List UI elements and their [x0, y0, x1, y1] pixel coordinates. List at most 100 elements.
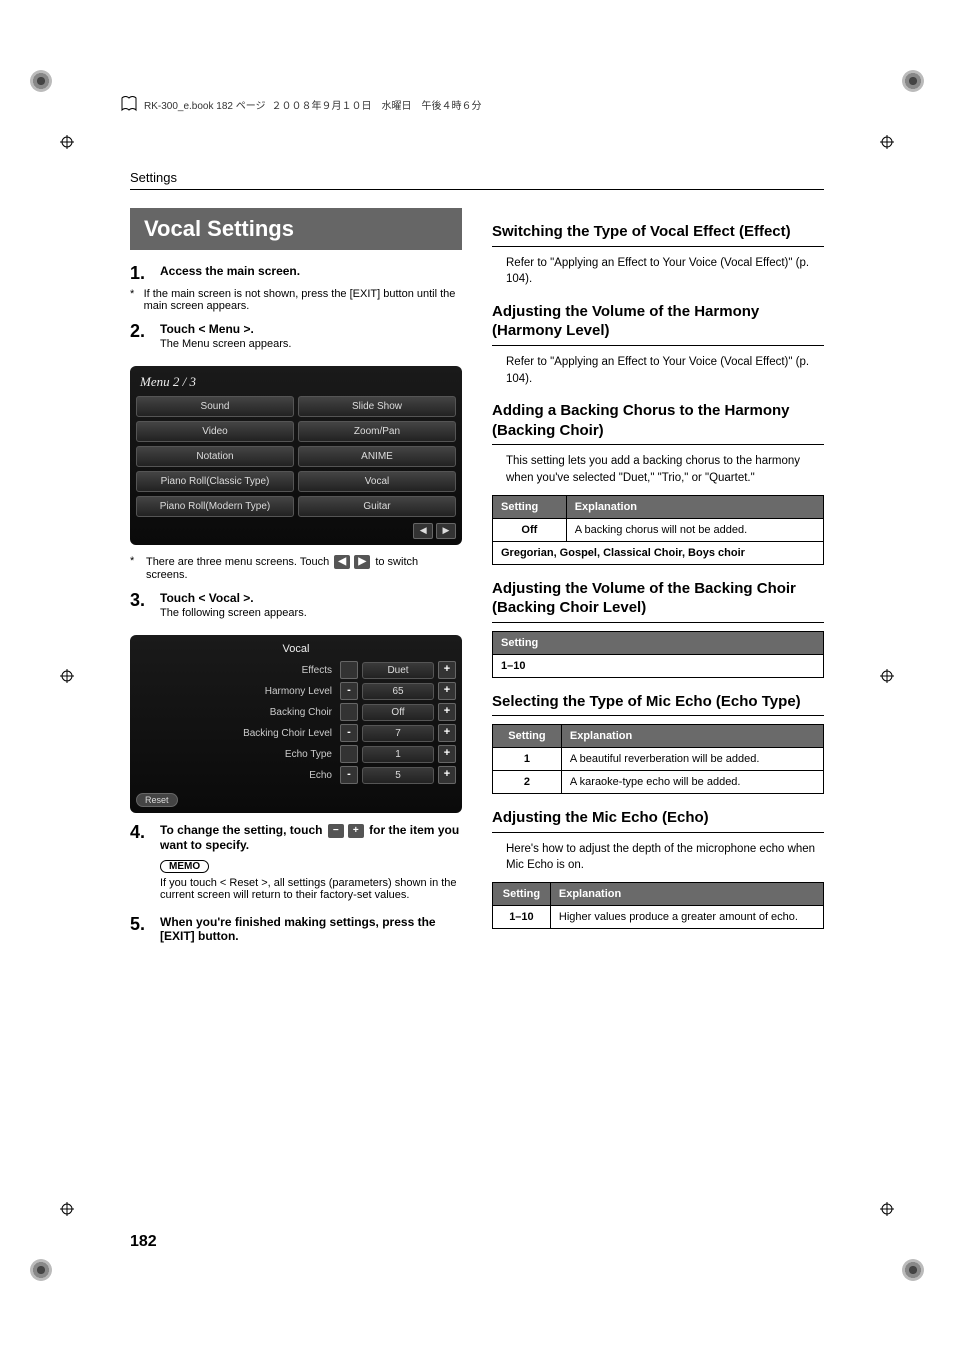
menu-item[interactable]: Slide Show [298, 396, 456, 417]
menu-screenshot: Menu 2 / 3 Sound Slide Show Video Zoom/P… [130, 366, 462, 545]
vocal-row-label: Effects [136, 665, 336, 676]
note-text-a: There are three menu screens. Touch [146, 556, 329, 568]
menu-item[interactable]: Zoom/Pan [298, 421, 456, 442]
vocal-screenshot: Vocal Effects Duet + Harmony Level - [130, 635, 462, 813]
divider [492, 715, 824, 716]
table-cell: A beautiful reverberation will be added. [561, 748, 823, 771]
step-heading: Access the main screen. [160, 264, 462, 278]
table-cell: A karaoke-type echo will be added. [561, 771, 823, 794]
crop-mark-icon [60, 669, 74, 683]
minus-button[interactable] [340, 703, 358, 721]
step-1-note: * If the main screen is not shown, press… [130, 288, 462, 312]
vocal-row-value: 7 [362, 725, 434, 742]
table-row: 1–10 Higher values produce a greater amo… [493, 905, 824, 928]
plus-button[interactable]: + [438, 724, 456, 742]
divider [492, 345, 824, 346]
table-row: 1–10 [493, 654, 824, 677]
step-number: 2. [130, 322, 152, 358]
plus-button[interactable]: + [438, 745, 456, 763]
table-header: Explanation [550, 882, 823, 905]
table-header: Explanation [561, 725, 823, 748]
asterisk-icon: * [130, 288, 138, 312]
echo-type-table: Setting Explanation 1 A beautiful reverb… [492, 724, 824, 794]
page-left-button[interactable]: ◀ [413, 523, 433, 539]
minus-button[interactable]: - [340, 766, 358, 784]
menu-item[interactable]: Guitar [298, 496, 456, 517]
menu-title: Menu 2 / 3 [140, 374, 452, 390]
note-text: There are three menu screens. Touch ◀▶ t… [146, 555, 462, 581]
vocal-row-label: Harmony Level [136, 686, 336, 697]
page-number: 182 [130, 1233, 157, 1251]
menu-item[interactable]: ANIME [298, 446, 456, 467]
reset-button[interactable]: Reset [136, 793, 178, 807]
table-row: Off A backing chorus will not be added. [493, 518, 824, 541]
registration-mark-icon [30, 70, 52, 92]
plus-button[interactable]: + [438, 682, 456, 700]
book-icon [120, 95, 138, 113]
vocal-row: Harmony Level - 65 + [136, 682, 456, 700]
table-row: 1 A beautiful reverberation will be adde… [493, 748, 824, 771]
minus-button[interactable] [340, 745, 358, 763]
header-note-prefix: RK-300_e.book 182 ページ [144, 97, 266, 112]
vocal-row-value: Off [362, 704, 434, 721]
table-cell: A backing chorus will not be added. [566, 518, 823, 541]
table-row: Gregorian, Gospel, Classical Choir, Boys… [493, 541, 824, 564]
plus-button[interactable]: + [438, 766, 456, 784]
memo-text: If you touch < Reset >, all settings (pa… [160, 877, 462, 901]
menu-item[interactable]: Notation [136, 446, 294, 467]
table-cell: 1–10 [493, 905, 551, 928]
step-sub: The following screen appears. [160, 607, 462, 619]
right-arrow-icon: ▶ [354, 555, 370, 569]
page-right-button[interactable]: ▶ [436, 523, 456, 539]
table-cell: 2 [493, 771, 562, 794]
section-heading: Adjusting the Volume of the Harmony (Har… [492, 302, 824, 341]
plus-button[interactable]: + [438, 703, 456, 721]
vocal-row-label: Backing Choir Level [136, 728, 336, 739]
vocal-row-value: 5 [362, 767, 434, 784]
crop-mark-icon [880, 135, 894, 149]
vocal-row-label: Echo Type [136, 749, 336, 760]
menu-item[interactable]: Piano Roll(Modern Type) [136, 496, 294, 517]
menu-item[interactable]: Piano Roll(Classic Type) [136, 471, 294, 492]
running-head: Settings [130, 170, 824, 185]
step-1: 1. Access the main screen. [130, 264, 462, 282]
vocal-row-value: 65 [362, 683, 434, 700]
step-5: 5. When you're finished making settings,… [130, 915, 462, 945]
registration-mark-icon [30, 1259, 52, 1281]
section-heading: Selecting the Type of Mic Echo (Echo Typ… [492, 692, 824, 712]
step-heading-a: To change the setting, touch [160, 823, 322, 837]
plus-button[interactable]: + [438, 661, 456, 679]
menu-item[interactable]: Video [136, 421, 294, 442]
minus-button[interactable]: - [340, 682, 358, 700]
menu-item[interactable]: Vocal [298, 471, 456, 492]
header-note-date: ２００８年９月１０日 水曜日 午後４時６分 [272, 97, 482, 112]
vocal-title: Vocal [140, 643, 452, 655]
divider [492, 622, 824, 623]
step-2: 2. Touch < Menu >. The Menu screen appea… [130, 322, 462, 358]
step-number: 1. [130, 264, 152, 282]
table-cell: Gregorian, Gospel, Classical Choir, Boys… [493, 541, 824, 564]
minus-button[interactable] [340, 661, 358, 679]
divider [130, 189, 824, 190]
step-3: 3. Touch < Vocal >. The following screen… [130, 591, 462, 627]
minus-icon: − [328, 824, 344, 838]
table-header: Setting [493, 495, 567, 518]
section-heading: Adding a Backing Chorus to the Harmony (… [492, 401, 824, 440]
registration-mark-icon [902, 1259, 924, 1281]
crop-mark-icon [880, 669, 894, 683]
table-header: Explanation [566, 495, 823, 518]
asterisk-icon: * [130, 555, 140, 581]
memo-badge: MEMO [160, 860, 209, 873]
table-header: Setting [493, 725, 562, 748]
section-text: Refer to "Applying an Effect to Your Voi… [506, 255, 824, 288]
menu-item[interactable]: Sound [136, 396, 294, 417]
table-header: Setting [493, 882, 551, 905]
section-heading: Adjusting the Mic Echo (Echo) [492, 808, 824, 828]
step-number: 5. [130, 915, 152, 945]
table-header: Setting [493, 631, 824, 654]
left-arrow-icon: ◀ [334, 555, 350, 569]
minus-button[interactable]: - [340, 724, 358, 742]
divider [492, 246, 824, 247]
section-text: Here's how to adjust the depth of the mi… [506, 841, 824, 874]
step-heading: When you're finished making settings, pr… [160, 915, 462, 943]
